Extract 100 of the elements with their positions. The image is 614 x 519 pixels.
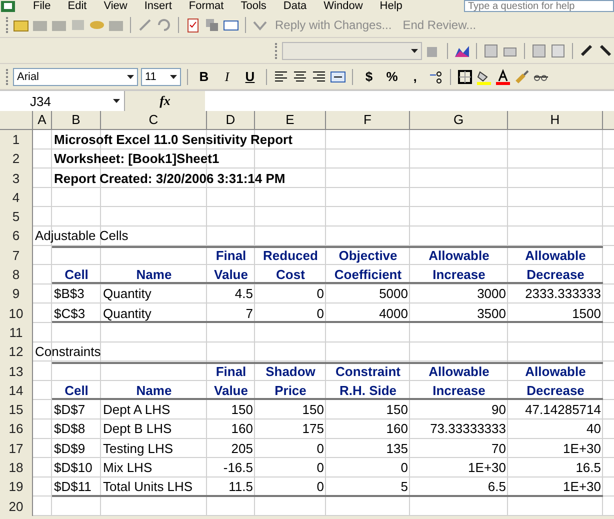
table-cell-text: 70 — [490, 440, 507, 458]
table-cell-text: $C$3 — [53, 304, 86, 323]
italic-button[interactable]: I — [217, 66, 237, 86]
brush-icon[interactable] — [514, 68, 530, 84]
help-search-field[interactable]: Type a question for help — [464, 0, 614, 12]
table-header: Coefficient — [333, 266, 403, 284]
table-cell-text: 150 — [230, 401, 254, 420]
menu-item[interactable]: Help — [380, 1, 402, 12]
windows-icon[interactable] — [204, 16, 220, 32]
table-cell-text: $D$7 — [53, 401, 86, 420]
menu-item[interactable]: Data — [283, 1, 307, 12]
comma-button[interactable]: , — [405, 66, 425, 86]
row-header[interactable]: 13 — [0, 362, 32, 381]
report-title: Worksheet: [Book1]Sheet1 — [53, 150, 220, 168]
row-header[interactable]: 3 — [0, 168, 32, 188]
column-header[interactable]: B — [52, 111, 101, 129]
dropdown-arrow-icon[interactable] — [127, 74, 134, 78]
row-header[interactable]: 17 — [0, 438, 32, 458]
row-header[interactable]: 12 — [0, 342, 32, 362]
table-cell-text: 11.5 — [228, 478, 254, 496]
bold-button[interactable]: B — [194, 66, 214, 86]
row-header[interactable]: 11 — [0, 322, 32, 342]
table-cell-text: Testing LHS — [102, 440, 174, 458]
row-header[interactable]: 10 — [0, 304, 32, 323]
column-header[interactable]: D — [207, 111, 255, 129]
align-left-icon[interactable] — [273, 68, 289, 84]
menu-item[interactable]: Format — [188, 1, 224, 12]
table-cell-text: 73.33333333 — [429, 420, 507, 438]
align-right-icon[interactable] — [311, 68, 327, 84]
underline-button[interactable]: U — [240, 66, 260, 86]
row-header[interactable]: 9 — [0, 284, 32, 304]
font-color-icon[interactable] — [495, 68, 511, 84]
grid-icon[interactable] — [531, 42, 547, 58]
row-header[interactable]: 20 — [0, 496, 32, 516]
row-header[interactable]: 8 — [0, 265, 32, 284]
row-header[interactable]: 14 — [0, 380, 32, 400]
dropdown-field[interactable] — [282, 42, 422, 60]
borders-icon[interactable] — [457, 68, 473, 84]
table-cell-text: 0 — [316, 478, 325, 496]
dropdown-arrow-icon[interactable] — [411, 48, 418, 52]
menu-item[interactable]: Insert — [144, 1, 172, 12]
table-cell-text: Dept A LHS — [102, 401, 172, 420]
font-name-field[interactable]: Arial — [13, 68, 138, 86]
table-cell-text: 1500 — [571, 304, 602, 323]
menu-item[interactable]: Tools — [240, 1, 266, 12]
table-header: Cell — [64, 266, 90, 284]
insert-function-button[interactable]: fx — [125, 91, 205, 111]
table-cell-text: Quantity — [102, 285, 152, 304]
percent-button[interactable]: % — [382, 66, 402, 86]
row-header[interactable]: 2 — [0, 149, 32, 169]
table-cell-text: 1E+30 — [467, 459, 507, 478]
row-header[interactable]: 15 — [0, 400, 32, 420]
table-cell-text: -16.5 — [222, 459, 254, 478]
table-header: Allowable — [428, 362, 490, 381]
table-header: Value — [213, 382, 249, 400]
section-title: Constraints — [34, 343, 102, 362]
grid-icon[interactable] — [550, 42, 566, 58]
table-header: Decrease — [526, 382, 586, 400]
align-center-icon[interactable] — [292, 68, 308, 84]
column-header[interactable]: G — [410, 111, 508, 129]
table-header: Increase — [432, 266, 486, 284]
table-cell-text: 150 — [385, 401, 409, 420]
row-header[interactable]: 18 — [0, 458, 32, 478]
row-header[interactable]: 4 — [0, 188, 32, 208]
table-header: Allowable — [524, 246, 587, 265]
menu-item[interactable]: Window — [324, 1, 363, 12]
grid-icon[interactable] — [483, 42, 499, 58]
menu-item[interactable]: View — [104, 1, 128, 12]
column-header[interactable]: H — [508, 111, 603, 129]
fill-color-icon[interactable] — [476, 68, 492, 84]
table-cell-text: 1E+30 — [562, 478, 602, 496]
row-header[interactable]: 5 — [0, 207, 32, 226]
clipboard-icon[interactable] — [185, 16, 201, 32]
spreadsheet-icon[interactable] — [0, 1, 16, 12]
table-cell-text: 2333.333333 — [524, 285, 602, 304]
table-cell-text: Total Units LHS — [102, 478, 194, 496]
row-header[interactable]: 16 — [0, 419, 32, 439]
report-title: Report Created: 3/20/2006 3:31:14 PM — [53, 170, 286, 188]
menu-item[interactable]: Edit — [68, 1, 87, 12]
row-header[interactable]: 19 — [0, 477, 32, 497]
section-title: Adjustable Cells — [34, 227, 130, 246]
merge-center-icon[interactable] — [330, 68, 346, 84]
menu-item[interactable]: File — [33, 1, 51, 12]
column-header[interactable]: C — [101, 111, 207, 129]
table-header: R.H. Side — [338, 382, 398, 400]
table-cell-text: 175 — [301, 420, 325, 438]
table-header: Name — [135, 266, 173, 284]
table-cell-text: 3500 — [476, 304, 507, 323]
increase-decimal-icon[interactable] — [428, 68, 444, 84]
row-header[interactable]: 1 — [0, 130, 32, 150]
row-header[interactable]: 7 — [0, 246, 32, 266]
column-header[interactable]: F — [326, 111, 410, 129]
column-header[interactable]: A — [33, 111, 52, 129]
dropdown-arrow-icon[interactable] — [113, 99, 120, 103]
table-cell-text: 1E+30 — [562, 440, 602, 458]
currency-button[interactable]: $ — [359, 66, 379, 86]
row-header[interactable]: 6 — [0, 226, 32, 246]
dropdown-arrow-icon[interactable] — [170, 74, 177, 78]
column-header[interactable]: E — [255, 111, 326, 129]
font-size-field[interactable]: 11 — [141, 68, 181, 86]
